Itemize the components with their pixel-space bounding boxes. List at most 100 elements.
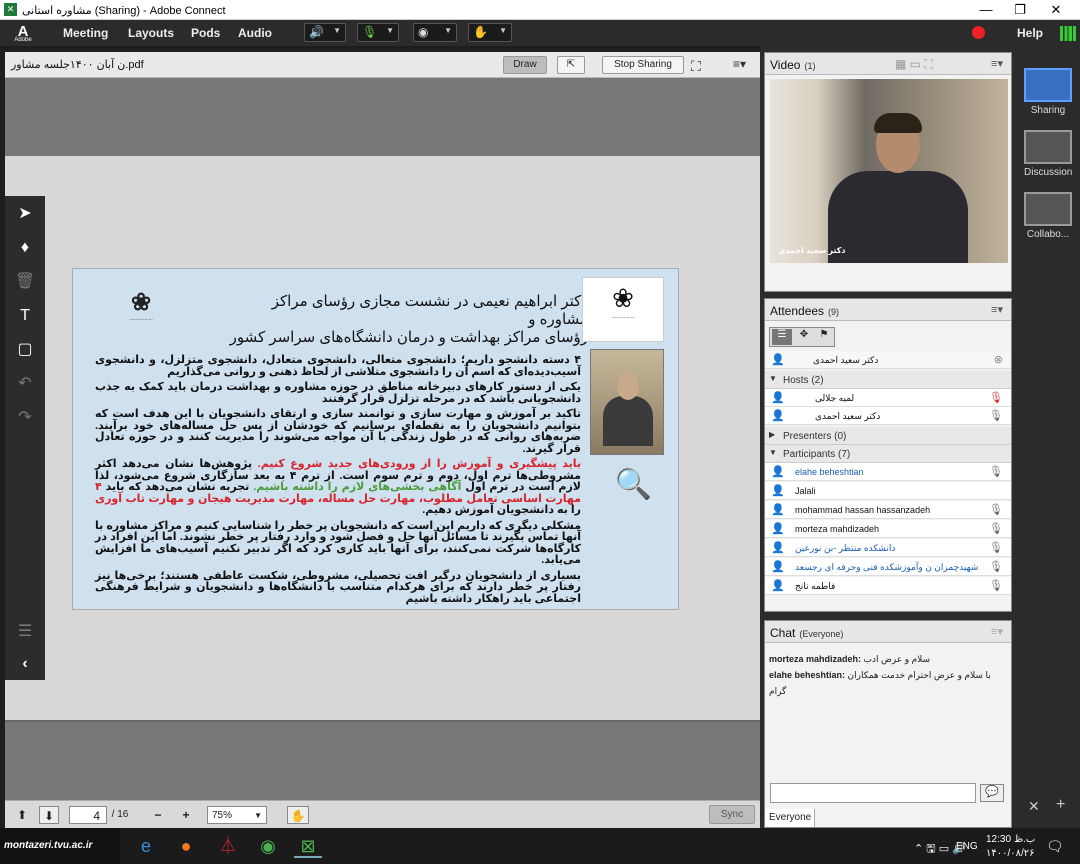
chevron-down-icon: ▼	[254, 811, 262, 820]
text-tool-icon[interactable]: T	[5, 300, 45, 332]
menubar: A Adobe Meeting Layouts Pods Audio 🔊 ▼ 🎙 ▼ …	[0, 20, 1080, 46]
attendees-pod: Attendees (9) ≡▾ ☰ ✥ ⚑ 👤 دکتر سعید احمدی ⊗…	[764, 298, 1012, 612]
pod-menu-icon[interactable]: ≡▾	[991, 625, 1003, 638]
zoom-select[interactable]: 75% ▼	[207, 806, 267, 824]
list-item[interactable]: 👤 لمیه جلالی 🎙	[765, 389, 1011, 407]
slide-paragraph: مشکلی دیگری که داریم این است که دانشجویا…	[95, 519, 581, 566]
my-status-row[interactable]: 👤 دکتر سعید احمدی ⊗	[765, 351, 1011, 369]
webcam-button[interactable]: ◉ ▼	[413, 23, 457, 42]
status-view-icon[interactable]: ⚑	[814, 329, 834, 345]
user-icon: 👤	[771, 466, 785, 478]
fullscreen-icon[interactable]: ⛶	[691, 58, 701, 75]
microphone-icon: 🎙	[989, 580, 1003, 592]
layers-icon[interactable]: ☰	[5, 616, 45, 648]
list-item[interactable]: 👤 دکتر سعید احمدی 🎙	[765, 407, 1011, 425]
clear-status-icon[interactable]: ⊗	[994, 353, 1003, 366]
zoom-out-icon[interactable]: −	[149, 806, 167, 824]
acrobat-icon[interactable]: ⏃	[214, 834, 242, 858]
undo-icon[interactable]: ↶	[5, 368, 45, 400]
chat-input[interactable]	[770, 783, 976, 803]
chat-messages: morteza mahdizadeh: سلام و عرض ادب elahe…	[769, 651, 1009, 699]
firefox-icon[interactable]: ●	[172, 834, 200, 858]
microphone-icon: 🎙	[989, 561, 1003, 573]
record-icon[interactable]	[972, 26, 985, 39]
layout-sharing[interactable]: Sharing	[1024, 68, 1072, 116]
user-icon: 👤	[771, 561, 785, 573]
menu-pods[interactable]: Pods	[191, 26, 220, 40]
redo-icon[interactable]: ↷	[5, 402, 45, 434]
list-view-icon[interactable]: ☰	[772, 329, 792, 345]
breakout-view-icon[interactable]: ✥	[794, 329, 814, 345]
microphone-icon: 🎙	[989, 542, 1003, 554]
select-tool-arrow-icon[interactable]: ➤	[5, 198, 45, 230]
microphone-icon: 🎙	[989, 392, 1003, 404]
trash-icon[interactable]: 🗑	[5, 266, 45, 298]
maximize-button[interactable]: ❐	[1004, 1, 1036, 19]
menu-audio[interactable]: Audio	[238, 26, 272, 40]
chat-tab-everyone[interactable]: Everyone	[765, 809, 815, 827]
marker-tool-icon[interactable]: ♦	[5, 232, 45, 264]
list-item[interactable]: 👤 Jalali	[765, 482, 1011, 500]
list-item[interactable]: 👤 دانشکده منتظر -بن نورعین 🎙	[765, 539, 1011, 557]
document-navigation-bar: ⬆ ⬇ 4 / 16 − + 75% ▼ ✋ Sync	[5, 800, 760, 828]
pod-menu-icon[interactable]: ≡▾	[733, 57, 746, 71]
microphone-icon: 🎙	[989, 504, 1003, 516]
attendee-view-switcher[interactable]: ☰ ✥ ⚑	[769, 327, 835, 347]
edge-icon[interactable]: e	[132, 834, 160, 858]
layout-discussion[interactable]: Discussion	[1024, 130, 1072, 178]
collapse-toolbar-chevron-icon[interactable]: ‹	[5, 648, 45, 680]
clock-time: 12:30 ب.ظ	[986, 834, 1036, 845]
webcam-icon: ◉	[418, 25, 429, 39]
list-item[interactable]: 👤 elahe beheshtian 🎙	[765, 463, 1011, 481]
stop-sharing-button[interactable]: Stop Sharing	[602, 56, 684, 74]
zoom-in-icon[interactable]: +	[177, 806, 195, 824]
video-pod: Video (1) ▦ ▭ ⛶ ≡▾ دکتر سعید احمدی	[764, 52, 1012, 292]
next-page-icon[interactable]: ⬇	[39, 806, 59, 824]
slide-paragraph: ۴ دسته دانشجو داریم؛ دانشجوی متعالی، دان…	[95, 354, 581, 378]
hand-tool-icon[interactable]: ✋	[287, 806, 309, 824]
hosts-section[interactable]: ▼ Hosts (2)	[765, 371, 1011, 389]
microphone-button[interactable]: 🎙 ▼	[357, 23, 399, 42]
menu-help[interactable]: Help	[1017, 26, 1043, 40]
page-number-input[interactable]: 4	[69, 806, 107, 824]
slide-paragraph: یکی از دستور کارهای دبیرخانه مناطق در حو…	[95, 381, 581, 405]
close-button[interactable]: ✕	[1040, 1, 1072, 19]
list-item[interactable]: 👤 morteza mahdizadeh 🎙	[765, 520, 1011, 538]
notification-icon[interactable]: 🗨	[1046, 838, 1064, 855]
menu-layouts[interactable]: Layouts	[128, 26, 174, 40]
chat-message: elahe beheshtian: با سلام و عرض احترام خ…	[769, 670, 991, 696]
pointer-button[interactable]: ⇱	[557, 56, 585, 74]
send-message-icon[interactable]: 💬	[980, 784, 1004, 802]
speaker-photo	[590, 349, 664, 455]
previous-page-icon[interactable]: ⬆	[13, 806, 31, 824]
connection-signal-icon	[1060, 26, 1076, 41]
pod-menu-icon[interactable]: ≡▾	[991, 57, 1003, 70]
draw-button[interactable]: Draw	[503, 56, 547, 74]
adobe-connect-taskbar-icon[interactable]: ⊠	[294, 834, 322, 858]
adobe-logo: A Adobe	[14, 23, 32, 43]
pod-menu-icon[interactable]: ≡▾	[991, 303, 1003, 316]
list-item[interactable]: 👤 فاطمه نانج 🎙	[765, 577, 1011, 595]
language-indicator[interactable]: ENG	[956, 841, 978, 852]
tools-icon[interactable]: ✕	[1028, 798, 1040, 815]
pointer-icon: ⇱	[566, 59, 576, 70]
list-item[interactable]: 👤 mohammad hassan hassanzadeh 🎙	[765, 501, 1011, 519]
sync-button[interactable]: Sync	[709, 805, 755, 824]
presenters-section[interactable]: ▶ Presenters (0)	[765, 427, 1011, 445]
menu-meeting[interactable]: Meeting	[63, 26, 108, 40]
layout-collaboration[interactable]: Collabo...	[1024, 192, 1072, 240]
add-layout-icon[interactable]: +	[1056, 796, 1065, 814]
window-title: مشاوره استانی (Sharing) - Adobe Connect	[22, 5, 226, 17]
list-item[interactable]: 👤 شهیدچمران ن وآموزشکده فنی وحرفه ای رجسع…	[765, 558, 1011, 576]
taskbar-search[interactable]: montazeri.tvu.ac.ir	[0, 828, 120, 864]
clock-date: ۱۴۰۰/۰۸/۲۶	[986, 848, 1035, 859]
raise-hand-button[interactable]: ✋ ▼	[468, 23, 512, 42]
participants-section[interactable]: ▼ Participants (7)	[765, 445, 1011, 463]
slide-paragraph: بسیاری از دانشجویان درگیر افت تحصیلی، مش…	[95, 569, 582, 605]
speaker-button[interactable]: 🔊 ▼	[304, 23, 346, 42]
shape-tool-icon[interactable]: ▢	[5, 334, 45, 366]
video-grid-icon[interactable]: ▦ ▭ ⛶	[895, 57, 933, 72]
minimize-button[interactable]: —	[970, 1, 1002, 19]
chevron-down-icon: ▼	[333, 26, 341, 35]
chrome-icon[interactable]: ◉	[254, 834, 282, 858]
